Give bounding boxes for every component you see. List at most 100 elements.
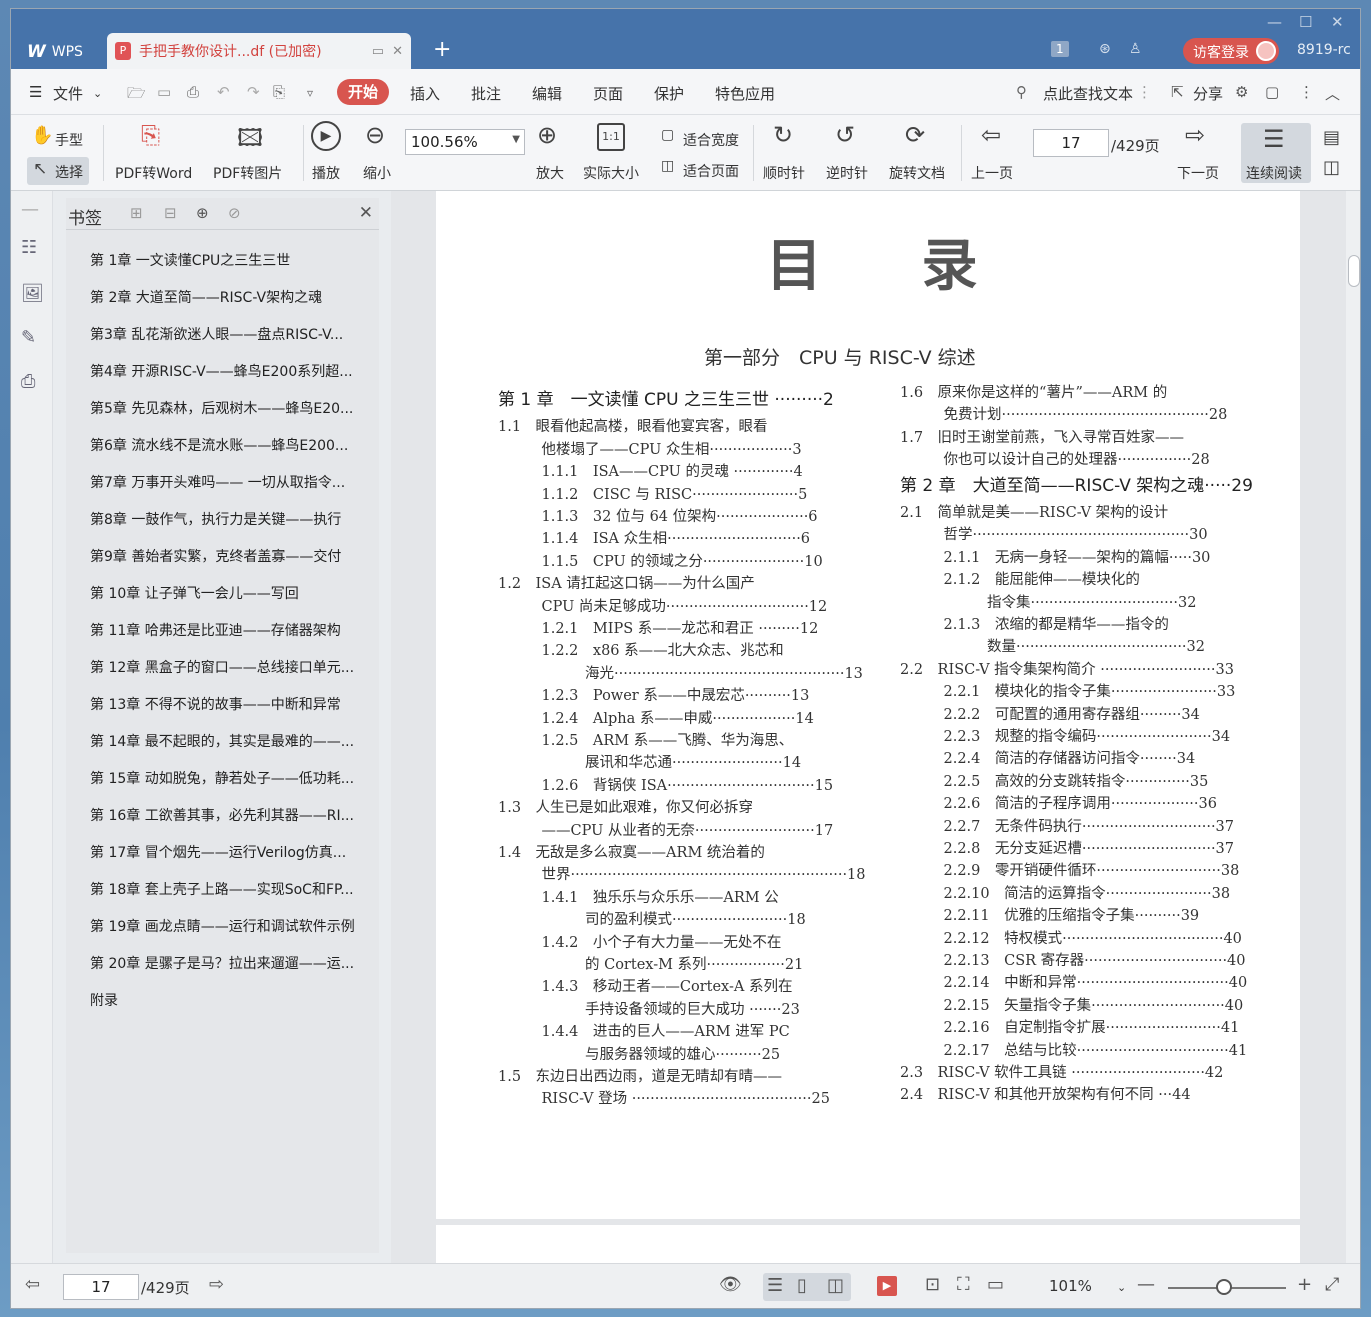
collapse-ribbon-icon[interactable]: ︿ (1325, 83, 1340, 104)
double-view-icon[interactable]: ◫ (827, 1275, 844, 1296)
zoom-slider[interactable] (1168, 1279, 1286, 1295)
bookmark-item[interactable]: 第3章 乱花渐欲迷人眼——盘点RISC-V... (90, 324, 375, 361)
chevron-down-icon[interactable]: ⌄ (93, 87, 102, 100)
select-tool-button[interactable]: 选择 (55, 162, 83, 182)
hand-tool-button[interactable]: 手型 (55, 130, 83, 150)
fit-page-icon[interactable]: ◫ (661, 158, 674, 174)
collapse-all-icon[interactable]: ⊟ (164, 204, 177, 222)
minimize-icon[interactable]: — (1267, 13, 1282, 31)
pin-icon[interactable]: ▭ (372, 44, 384, 59)
tab-edit[interactable]: 编辑 (532, 83, 562, 104)
bookmark-item[interactable]: 第 11章 哈弗还是比亚迪——存储器架构 (90, 620, 375, 657)
export-icon[interactable]: ⎘ (273, 83, 285, 101)
bookmark-item[interactable]: 第 20章 是骡子是马？拉出来遛遛——运... (90, 953, 375, 990)
bookmark-item[interactable]: 第 12章 黑盒子的窗口——总线接口单元... (90, 657, 375, 694)
status-page-input[interactable]: 17 (63, 1274, 139, 1300)
fullscreen-icon[interactable]: ⤢ (1325, 1274, 1339, 1295)
add-tab-icon[interactable]: + (433, 37, 451, 62)
arrow-left-icon[interactable]: ⇦ (981, 121, 1001, 149)
bookmark-item[interactable]: 第 18章 套上壳子上路——实现SoC和FP... (90, 879, 375, 916)
eye-protection-icon[interactable]: 👁 (719, 1274, 742, 1295)
bookmark-item[interactable]: 第 2章 大道至简——RISC-V架构之魂 (90, 287, 375, 324)
rotate-clockwise-icon[interactable]: ↻ (773, 121, 793, 149)
expand-all-icon[interactable]: ⊞ (130, 204, 143, 222)
bookmark-item[interactable]: 第7章 万事开头难吗—— 一切从取指令... (90, 472, 375, 509)
zoom-out-icon[interactable]: ⊖ (365, 121, 385, 149)
zoom-in-button[interactable]: 放大 (536, 163, 564, 183)
cloud-sync-icon[interactable]: ⊛ (1099, 41, 1111, 57)
two-page-icon[interactable]: ◫ (1323, 157, 1340, 178)
rotate-counter-icon[interactable]: ↺ (835, 121, 855, 149)
tab-page[interactable]: 页面 (593, 83, 623, 104)
share-button[interactable]: 分享 (1193, 83, 1223, 104)
bookmark-item[interactable]: 第8章 一鼓作气，执行力是关键——执行 (90, 509, 375, 546)
zoom-out-button[interactable]: 缩小 (363, 163, 391, 183)
document-viewport[interactable]: 目 录 第一部分 CPU 与 RISC-V 综述 第 1 章 一文读懂 CPU … (391, 191, 1346, 1263)
zoom-in-icon[interactable]: + (1297, 1274, 1312, 1295)
zoom-in-icon[interactable]: ⊕ (537, 121, 557, 149)
pdf-to-word-button[interactable]: PDF转Word (115, 163, 192, 183)
bookmark-list-icon[interactable]: ☷ (21, 237, 37, 258)
bookmark-item[interactable]: 第4章 开源RISC-V——蜂鸟E200系列超... (90, 361, 375, 398)
vertical-scrollbar[interactable] (1346, 191, 1360, 1263)
play-button[interactable]: 播放 (312, 163, 340, 183)
bookmark-item[interactable]: 第 16章 工欲善其事，必先利其器——RI... (90, 805, 375, 842)
hand-icon[interactable]: ✋ (31, 125, 53, 146)
rotate-document-icon[interactable]: ⟳ (905, 121, 925, 149)
fit-page-button[interactable]: 适合页面 (683, 161, 739, 181)
bookmark-item[interactable]: 第 15章 动如脱兔，静若处子——低功耗... (90, 768, 375, 805)
add-bookmark-icon[interactable]: ⊕ (196, 204, 209, 222)
share-icon[interactable]: ⇱ (1171, 83, 1184, 101)
tab-protect[interactable]: 保护 (654, 83, 684, 104)
bookmark-item[interactable]: 第 19章 画龙点睛——运行和调试软件示例 (90, 916, 375, 953)
continuous-view-icon[interactable]: ☰ (767, 1275, 783, 1296)
rotate-counter-button[interactable]: 逆时针 (826, 163, 868, 183)
tab-start[interactable]: 开始 (337, 79, 389, 105)
actual-size-button[interactable]: 实际大小 (583, 163, 639, 183)
play-icon[interactable]: ▶ (311, 121, 341, 151)
undo-icon[interactable]: ↶ (217, 83, 230, 101)
find-text-button[interactable]: 点此查找文本 (1043, 83, 1133, 104)
settings-icon[interactable]: ⚙ (1235, 83, 1248, 101)
redo-icon[interactable]: ↷ (247, 83, 260, 101)
zoom-select[interactable]: 100.56% ▼ (405, 129, 525, 155)
close-window-icon[interactable]: ✕ (1331, 13, 1344, 31)
tab-features[interactable]: 特色应用 (715, 83, 775, 104)
prev-page-button[interactable]: 上一页 (971, 163, 1013, 183)
arrow-left-icon[interactable]: ⇦ (25, 1274, 40, 1295)
print-icon[interactable]: ⎙ (187, 83, 199, 101)
wps-home-tab[interactable]: W WPS (15, 35, 105, 69)
annotation-icon[interactable]: ✎ (21, 327, 36, 348)
cursor-icon[interactable]: ↖ (33, 159, 47, 179)
arrow-right-icon[interactable]: ⇨ (1185, 121, 1205, 149)
document-tab[interactable]: P 手把手教你设计...df (已加密) ▭ ✕ (107, 33, 411, 69)
thumbnail-icon[interactable]: 🖼 (21, 283, 44, 304)
arrow-right-icon[interactable]: ⇨ (209, 1274, 224, 1295)
fit-width-icon[interactable]: ▢ (661, 127, 674, 143)
bookmark-item[interactable]: 第 17章 冒个烟先——运行Verilog仿真... (90, 842, 375, 879)
more-icon[interactable]: ⋮ (1137, 83, 1152, 101)
bookmark-item[interactable]: 第 13章 不得不说的故事——中断和异常 (90, 694, 375, 731)
tab-insert[interactable]: 插入 (410, 83, 440, 104)
actual-size-icon[interactable]: ⊡ (925, 1274, 940, 1295)
actual-size-icon[interactable]: 1:1 (597, 123, 625, 151)
bookmark-item[interactable]: 第 1章 一文读懂CPU之三生三世 (90, 250, 375, 287)
page-number-input[interactable]: 17 (1033, 129, 1109, 157)
menu-more-icon[interactable]: ⋮ (1299, 83, 1314, 101)
continuous-read-button[interactable]: ☰ 连续阅读 (1241, 123, 1311, 183)
file-menu[interactable]: 文件 (53, 83, 83, 104)
single-view-icon[interactable]: ▯ (797, 1275, 807, 1296)
zoom-slider-knob[interactable] (1216, 1279, 1232, 1295)
chevron-down-icon[interactable]: ⌄ (1117, 1281, 1126, 1294)
attachment-icon[interactable]: ⎙ (21, 371, 35, 392)
more-dropdown-icon[interactable]: ▿ (307, 86, 313, 100)
delete-bookmark-icon[interactable]: ⊘ (228, 204, 241, 222)
pdf-to-word-icon[interactable]: ⎘ (141, 121, 160, 149)
rotate-document-button[interactable]: 旋转文档 (889, 163, 945, 183)
bookmark-item[interactable]: 第 14章 最不起眼的，其实是最难的——... (90, 731, 375, 768)
slideshow-icon[interactable]: ▶ (877, 1276, 897, 1296)
single-page-icon[interactable]: ▤ (1323, 127, 1340, 148)
pdf-to-image-button[interactable]: PDF转图片 (213, 163, 282, 183)
bookmark-item[interactable]: 附录 (90, 990, 375, 1027)
bookmark-item[interactable]: 第 10章 让子弹飞一会儿——写回 (90, 583, 375, 620)
